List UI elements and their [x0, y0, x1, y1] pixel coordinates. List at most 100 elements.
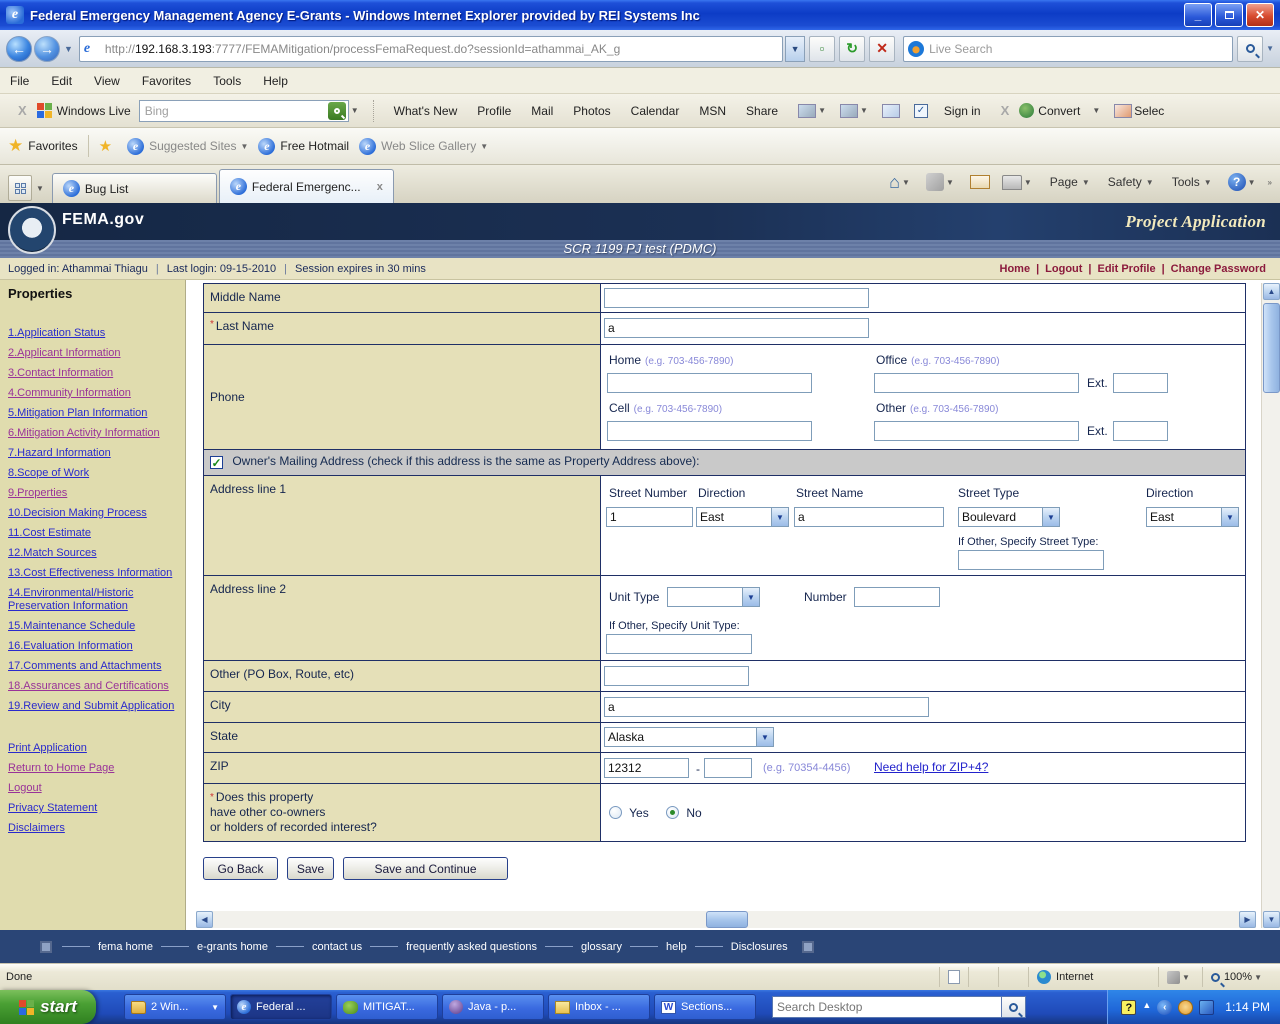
street-type-select[interactable]: Boulevard▼: [958, 507, 1060, 527]
other-street-type-input[interactable]: [958, 550, 1104, 570]
tab-federal-emergency[interactable]: e Federal Emergenc... x: [219, 169, 394, 203]
sidebar-item-applicant-information[interactable]: 2.Applicant Information: [8, 347, 177, 360]
link-whats-new[interactable]: What's New: [394, 104, 458, 118]
scroll-left-arrow[interactable]: ◀: [196, 911, 213, 928]
menu-help[interactable]: Help: [263, 74, 288, 88]
link-profile[interactable]: Profile: [477, 104, 511, 118]
stop-button[interactable]: ✕: [869, 36, 895, 62]
edit-profile-link[interactable]: Edit Profile: [1098, 263, 1156, 275]
link-calendar[interactable]: Calendar: [631, 104, 680, 118]
last-name-input[interactable]: [604, 318, 869, 338]
street-number-input[interactable]: [606, 507, 693, 527]
sidebar-item-assurances-certifications[interactable]: 18.Assurances and Certifications: [8, 680, 177, 693]
tray-network-icon[interactable]: [1199, 1000, 1214, 1015]
menu-tools[interactable]: Tools: [213, 74, 241, 88]
state-select[interactable]: Alaska▼: [604, 727, 774, 747]
footer-help[interactable]: help: [666, 941, 687, 953]
taskbar-java[interactable]: Java - p...: [442, 994, 544, 1020]
suggested-sites-link[interactable]: Suggested Sites: [149, 139, 236, 153]
sidebar-item-mitigation-plan[interactable]: 5.Mitigation Plan Information: [8, 407, 177, 420]
photo-share-icon[interactable]: [798, 104, 816, 118]
sidebar-item-evaluation-information[interactable]: 16.Evaluation Information: [8, 640, 177, 653]
taskbar-inbox[interactable]: Inbox - ...: [548, 994, 650, 1020]
sidebar-return-home[interactable]: Return to Home Page: [8, 762, 177, 775]
tray-help-icon[interactable]: ?: [1121, 1000, 1136, 1015]
sidebar-disclaimers[interactable]: Disclaimers: [8, 822, 177, 835]
horizontal-scroll-thumb[interactable]: [706, 911, 748, 928]
direction1-select[interactable]: East▼: [696, 507, 789, 527]
bing-search-button[interactable]: [328, 102, 346, 120]
coowners-yes-radio[interactable]: [609, 806, 622, 819]
save-and-continue-button[interactable]: Save and Continue: [343, 857, 508, 880]
scroll-down-arrow[interactable]: ▼: [1263, 911, 1280, 928]
sidebar-item-properties[interactable]: 9.Properties: [8, 487, 177, 500]
save-button[interactable]: Save: [287, 857, 334, 880]
tray-clock-icon[interactable]: [1178, 1000, 1193, 1015]
unit-type-select[interactable]: ▼: [667, 587, 760, 607]
other-po-input[interactable]: [604, 666, 749, 686]
bing-dropdown[interactable]: ▼: [351, 106, 359, 115]
taskbar-mitigat[interactable]: MITIGAT...: [336, 994, 438, 1020]
select-link[interactable]: Selec: [1134, 104, 1164, 118]
address-box[interactable]: e http://192.168.3.193:7777/FEMAMitigati…: [79, 36, 783, 62]
free-hotmail-link[interactable]: Free Hotmail: [280, 139, 349, 153]
direction2-select[interactable]: East▼: [1146, 507, 1239, 527]
tools-menu[interactable]: Tools▼: [1170, 175, 1216, 189]
sidebar-item-review-submit[interactable]: 19.Review and Submit Application: [8, 700, 177, 713]
sidebar-logout[interactable]: Logout: [8, 782, 177, 795]
print-icon[interactable]: ▼: [1002, 175, 1036, 190]
sidebar-item-match-sources[interactable]: 12.Match Sources: [8, 547, 177, 560]
live-search-box[interactable]: Live Search: [903, 36, 1233, 62]
recent-pages-dropdown[interactable]: ▼: [64, 44, 73, 54]
change-password-link[interactable]: Change Password: [1171, 263, 1266, 275]
email-note-icon[interactable]: [840, 104, 858, 118]
taskbar-federal[interactable]: eFederal ...: [230, 994, 332, 1020]
bing-search-box[interactable]: Bing: [139, 100, 349, 122]
phone-cell-input[interactable]: [607, 421, 812, 441]
tab-bug-list[interactable]: e Bug List: [52, 173, 217, 203]
address-dropdown[interactable]: ▼: [785, 36, 805, 62]
zip-plus4-input[interactable]: [704, 758, 752, 778]
footer-glossary[interactable]: glossary: [581, 941, 622, 953]
taskbar-group-windows[interactable]: 2 Win...▼: [124, 994, 226, 1020]
vertical-scroll-thumb[interactable]: [1263, 303, 1280, 393]
footer-fema-home[interactable]: fema home: [98, 941, 153, 953]
city-input[interactable]: [604, 697, 929, 717]
windows-live-label[interactable]: Windows Live: [57, 104, 131, 118]
protected-mode-segment[interactable]: ▼: [1158, 967, 1202, 987]
translate-icon[interactable]: [882, 104, 900, 118]
vertical-scrollbar[interactable]: ▲ ▼: [1261, 283, 1280, 928]
phone-other-ext-input[interactable]: [1113, 421, 1168, 441]
logout-link[interactable]: Logout: [1045, 263, 1082, 275]
back-button[interactable]: ←: [6, 36, 32, 62]
tab-list-dropdown[interactable]: ▼: [36, 184, 44, 193]
help-icon[interactable]: ?▼: [1228, 173, 1260, 191]
refresh-button[interactable]: ↻: [839, 36, 865, 62]
desktop-search[interactable]: [772, 996, 1026, 1018]
menu-favorites[interactable]: Favorites: [142, 74, 191, 88]
compatibility-view-button[interactable]: ▫: [809, 36, 835, 62]
sidebar-item-application-status[interactable]: 1.Application Status: [8, 327, 177, 340]
email-note-dropdown[interactable]: ▼: [860, 106, 868, 115]
street-name-input[interactable]: [794, 507, 944, 527]
sidebar-print-application[interactable]: Print Application: [8, 742, 177, 755]
other-unit-type-input[interactable]: [606, 634, 752, 654]
phone-office-ext-input[interactable]: [1113, 373, 1168, 393]
desktop-search-input[interactable]: [772, 996, 1002, 1018]
convert-dropdown[interactable]: ▼: [1092, 106, 1100, 115]
tray-show-hidden-icon[interactable]: ▲: [1142, 1000, 1151, 1015]
tab-close-icon[interactable]: x: [377, 181, 383, 193]
favorites-star-icon[interactable]: ★: [8, 136, 23, 156]
link-share[interactable]: Share: [746, 104, 778, 118]
toolbar-close-icon[interactable]: X: [18, 103, 27, 118]
link-photos[interactable]: Photos: [573, 104, 610, 118]
restore-button[interactable]: [1215, 3, 1243, 27]
tray-back-icon[interactable]: ‹: [1157, 1000, 1172, 1015]
home-icon[interactable]: ⌂▼: [889, 172, 914, 193]
phone-home-input[interactable]: [607, 373, 812, 393]
menu-view[interactable]: View: [94, 74, 120, 88]
search-button[interactable]: [1237, 36, 1263, 62]
suggested-sites-dropdown[interactable]: ▼: [240, 142, 248, 151]
favorites-button[interactable]: Favorites: [28, 139, 77, 153]
sidebar-item-mitigation-activity[interactable]: 6.Mitigation Activity Information: [8, 427, 177, 440]
